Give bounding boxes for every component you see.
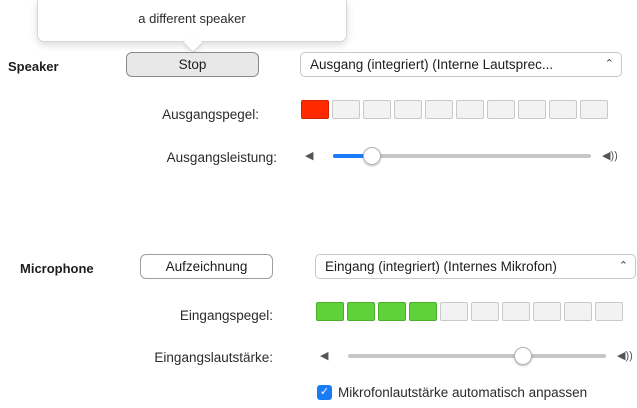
microphone-device-select[interactable]: Eingang (integriert) (Internes Mikrofon)… [315, 254, 636, 279]
level-segment [332, 100, 360, 119]
up-down-chevron-icon: ⌃ [604, 58, 614, 70]
microphone-device-select-value: Eingang (integriert) (Internes Mikrofon) [325, 259, 557, 274]
speaker-high-icon: ◀)) [602, 150, 618, 162]
level-segment [378, 302, 406, 321]
input-volume-slider[interactable]: ◀ ◀)) [320, 346, 637, 366]
level-segment [487, 100, 515, 119]
input-level-label: Eingangspegel: [179, 308, 273, 323]
level-segment [301, 100, 329, 119]
level-segment [518, 100, 546, 119]
input-level-meter [316, 302, 623, 321]
output-volume-label: Ausgangsleistung: [166, 150, 277, 165]
speaker-low-icon: ◀ [305, 150, 314, 162]
speaker-device-select[interactable]: Ausgang (integriert) (Interne Lautsprec.… [300, 52, 622, 77]
speaker-low-icon: ◀ [320, 350, 329, 362]
microphone-section-label: Microphone [20, 261, 94, 276]
speaker-device-select-value: Ausgang (integriert) (Interne Lautsprec.… [310, 57, 554, 72]
level-segment [533, 302, 561, 321]
auto-adjust-mic-row[interactable]: ✓ Mikrofonlautstärke automatisch anpasse… [317, 385, 587, 400]
level-segment [425, 100, 453, 119]
record-microphone-test-button[interactable]: Aufzeichnung [140, 254, 273, 279]
level-segment [394, 100, 422, 119]
level-segment [409, 302, 437, 321]
input-volume-knob[interactable] [514, 347, 533, 365]
output-volume-slider[interactable]: ◀ ◀)) [305, 146, 623, 166]
level-segment [502, 302, 530, 321]
output-volume-knob[interactable] [362, 147, 381, 165]
level-segment [363, 100, 391, 119]
output-level-label: Ausgangspegel: [162, 107, 259, 122]
auto-adjust-mic-label[interactable]: Mikrofonlautstärke automatisch anpassen [338, 385, 587, 400]
level-segment [564, 302, 592, 321]
level-segment [316, 302, 344, 321]
stop-speaker-test-button[interactable]: Stop [126, 52, 259, 77]
level-segment [471, 302, 499, 321]
output-level-meter [301, 100, 608, 119]
auto-adjust-mic-checkbox[interactable]: ✓ [317, 385, 332, 400]
level-segment [580, 100, 608, 119]
speaker-section-label: Speaker [8, 59, 59, 74]
level-segment [456, 100, 484, 119]
speaker-high-icon: ◀)) [617, 350, 633, 362]
level-segment [440, 302, 468, 321]
input-volume-label: Eingangslautstärke: [154, 350, 273, 365]
tooltip-text: a different speaker [138, 11, 246, 26]
level-segment [347, 302, 375, 321]
input-volume-fill [348, 354, 523, 358]
level-segment [595, 302, 623, 321]
up-down-chevron-icon: ⌃ [618, 260, 628, 272]
level-segment [549, 100, 577, 119]
